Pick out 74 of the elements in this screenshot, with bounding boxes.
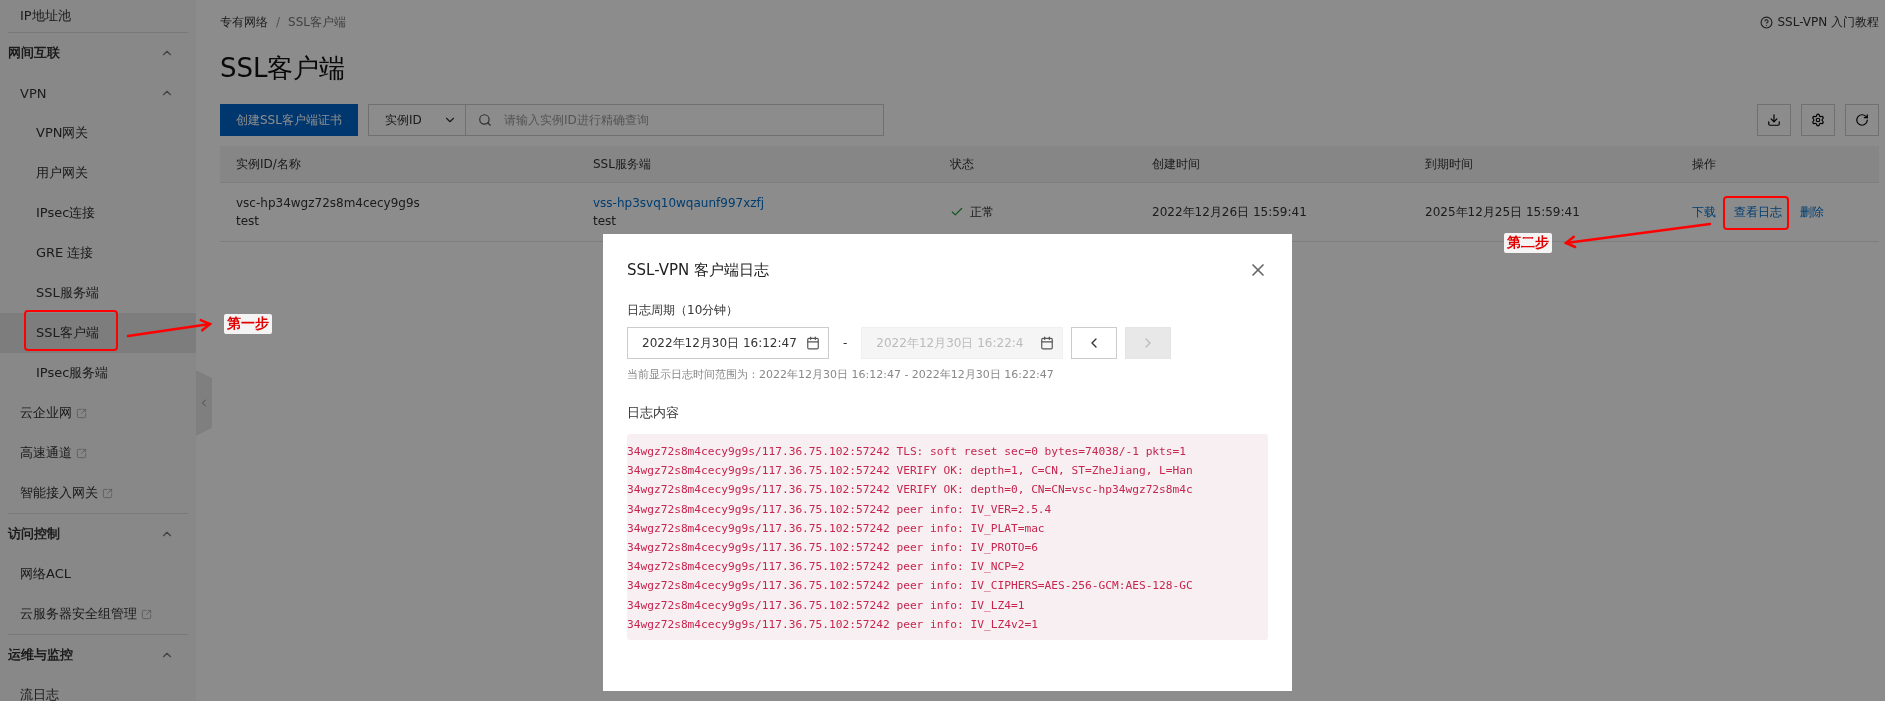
external-link-icon <box>76 407 87 419</box>
download-icon <box>1767 113 1781 127</box>
period-label: 日志周期（10分钟） <box>627 302 740 319</box>
sidebar-item[interactable]: 高速通道 <box>0 433 196 473</box>
create-button[interactable]: 创建SSL客户端证书 <box>220 104 358 136</box>
breadcrumb-item[interactable]: 专有网络 <box>220 15 268 29</box>
check-icon <box>950 205 964 219</box>
server-link[interactable]: vss-hp3svq10wqaunf997xzfj <box>593 195 934 211</box>
help-icon <box>1760 16 1774 29</box>
server-name: test <box>593 213 618 229</box>
log-line: 34wgz72s8m4cecy9g9s/117.36.75.102:57242 TLS: soft reset sec=0 bytes=74038/-1 pkts=1 <box>627 444 1188 460</box>
dialog-title: SSL-VPN 客户端日志 <box>627 260 769 280</box>
sidebar-item[interactable]: IP地址池 <box>0 0 196 32</box>
breadcrumb-item: SSL客户端 <box>288 15 346 29</box>
log-line: 34wgz72s8m4cecy9g9s/117.36.75.102:57242 peer info: IV_NCP=2 <box>627 559 1026 576</box>
log-line: 34wgz72s8m4cecy9g9s/117.36.75.102:57242 VERIFY OK: depth=1, C=CN, ST=ZheJiang, L=Han <box>627 463 1194 480</box>
sidebar-item[interactable]: 用户网关 <box>0 153 196 193</box>
settings-icon <box>1811 113 1825 127</box>
breadcrumb-separator: / <box>276 15 281 29</box>
sidebar-item[interactable]: GRE 连接 <box>0 233 196 273</box>
status-text: 正常 <box>970 204 994 220</box>
content-label: 日志内容 <box>627 404 680 422</box>
instance-name: test <box>236 213 261 229</box>
external-link-icon <box>141 608 152 620</box>
created-time: 2022年12月26日 15:59:41 <box>1152 204 1308 220</box>
sidebar-group-header[interactable]: 运维与监控 <box>0 635 196 675</box>
log-line: 34wgz72s8m4cecy9g9s/117.36.75.102:57242 peer info: IV_PLAT=mac <box>627 520 1046 537</box>
expiry-time: 2025年12月25日 15:59:41 <box>1425 204 1581 220</box>
range-dash: - <box>843 336 848 350</box>
external-link-icon <box>102 487 113 499</box>
sidebar-item[interactable]: 云服务器安全组管理 <box>0 594 196 634</box>
sidebar-item[interactable]: VPN <box>0 73 196 113</box>
action-link[interactable]: 删除 <box>1800 203 1824 221</box>
sidebar-item[interactable]: 云企业网 <box>0 393 196 433</box>
log-line: 34wgz72s8m4cecy9g9s/117.36.75.102:57242 VERIFY OK: depth=0, CN=CN=vsc-hp34wgz72s8m4c <box>627 482 1194 499</box>
log-line: 34wgz72s8m4cecy9g9s/117.36.75.102:57242 peer info: IV_LZ4=1 <box>627 597 1026 614</box>
step-label: 第二步 <box>1504 233 1552 253</box>
calendar-icon <box>806 336 820 350</box>
range-text: 当前显示日志时间范围为：2022年12月30日 16:12:47 - 2022年12月30日 16:22:47 <box>627 367 1055 382</box>
log-line: 34wgz72s8m4cecy9g9s/117.36.75.102:57242 peer info: IV_LZ4v2=1 <box>627 616 1039 633</box>
search-icon <box>477 113 492 127</box>
calendar-icon <box>1040 336 1055 350</box>
sidebar-item[interactable]: 流日志 <box>0 675 196 701</box>
column-header: 实例ID/名称 <box>236 156 302 172</box>
column-header: 到期时间 <box>1425 156 1474 172</box>
column-header: 创建时间 <box>1152 156 1201 172</box>
sidebar-item[interactable]: 网络ACL <box>0 554 196 594</box>
sidebar-item[interactable]: VPN网关 <box>0 113 196 153</box>
action-link[interactable]: 查看日志 <box>1734 203 1782 221</box>
highlight-frame <box>1723 196 1789 230</box>
log-line: 34wgz72s8m4cecy9g9s/117.36.75.102:57242 peer info: IV_VER=2.5.4 <box>627 501 1053 518</box>
column-header: SSL服务端 <box>593 156 652 172</box>
settings-button[interactable] <box>1801 104 1835 136</box>
column-header: 操作 <box>1692 156 1717 172</box>
instance-id: vsc-hp34wgz72s8m4cecy9g9s <box>236 195 421 211</box>
download-button[interactable] <box>1757 104 1791 136</box>
sidebar-group-header[interactable]: 网间互联 <box>0 33 196 73</box>
sidebar-item[interactable]: SSL服务端 <box>0 273 196 313</box>
action-link[interactable]: 下载 <box>1692 203 1716 221</box>
sidebar-item[interactable]: SSL客户端 <box>0 313 196 353</box>
refresh-button[interactable] <box>1845 104 1879 136</box>
log-line: 34wgz72s8m4cecy9g9s/117.36.75.102:57242 peer info: IV_CIPHERS=AES-256-GCM:AES-128-GC <box>627 578 1194 595</box>
sidebar-item[interactable]: IPsec服务端 <box>0 353 196 393</box>
column-header: 状态 <box>950 156 975 172</box>
log-line: 34wgz72s8m4cecy9g9s/117.36.75.102:57242 peer info: IV_PROTO=6 <box>627 540 1039 556</box>
external-link-icon <box>76 447 87 459</box>
sidebar-item[interactable]: 智能接入网关 <box>0 473 196 513</box>
sidebar-item[interactable]: IPsec连接 <box>0 193 196 233</box>
page-title: SSL客户端 <box>220 52 347 85</box>
start-date-field[interactable]: 2022年12月30日 16:12:47 <box>627 327 829 359</box>
sidebar-group-header[interactable]: 访问控制 <box>0 514 196 554</box>
step-label: 第一步 <box>224 314 272 334</box>
filter-select[interactable]: 实例ID <box>367 104 466 136</box>
refresh-icon <box>1855 113 1869 127</box>
